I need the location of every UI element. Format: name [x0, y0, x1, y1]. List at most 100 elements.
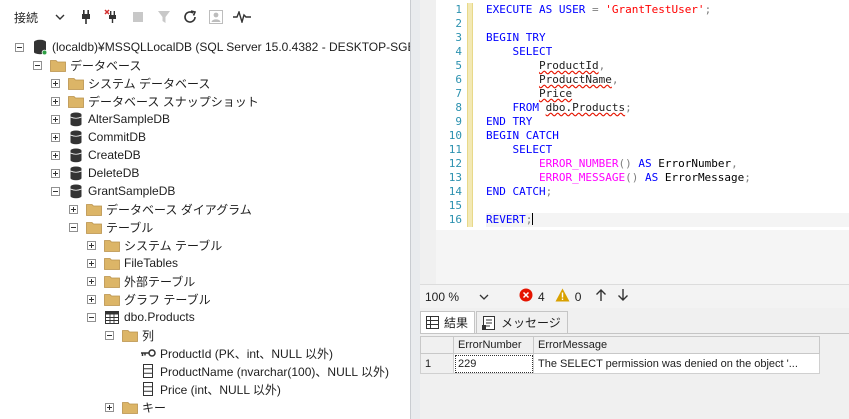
expand-icon[interactable] [87, 276, 96, 286]
tree-node[interactable]: テーブル [69, 218, 153, 236]
tree-node[interactable]: dbo.Products [87, 308, 195, 326]
column-header[interactable]: ErrorMessage [533, 336, 820, 354]
table-row[interactable]: 1 229 The SELECT permission was denied o… [420, 353, 820, 374]
code-line[interactable] [486, 199, 849, 213]
code-area[interactable]: EXECUTE AS USER = 'GrantTestUser'; BEGIN … [486, 3, 849, 227]
tab-messages[interactable]: メッセージ [476, 311, 568, 333]
filter-icon[interactable] [152, 5, 176, 29]
code-line[interactable]: BEGIN TRY [486, 31, 849, 45]
tree-node[interactable]: CommitDB [51, 128, 146, 146]
code-line[interactable]: Price [486, 87, 849, 101]
column-header[interactable]: ErrorNumber [453, 336, 534, 354]
refresh-icon[interactable] [178, 5, 202, 29]
results-grid[interactable]: ErrorNumber ErrorMessage 1 229 The SELEC… [420, 336, 820, 374]
row-number[interactable]: 1 [420, 353, 454, 374]
expand-icon[interactable] [51, 150, 60, 160]
expand-icon[interactable] [51, 96, 60, 106]
collapse-icon[interactable] [69, 222, 78, 232]
pane-splitter[interactable] [410, 0, 420, 419]
tree-node[interactable]: FileTables [87, 254, 178, 272]
expand-icon[interactable] [51, 78, 60, 88]
tree-node[interactable]: システム データベース [51, 74, 210, 92]
stop-icon[interactable] [126, 5, 150, 29]
code-line[interactable]: SELECT [486, 143, 849, 157]
tree-node[interactable]: (localdb)¥MSSQLLocalDB (SQL Server 15.0.… [15, 38, 410, 56]
collapse-icon[interactable] [15, 42, 24, 52]
line-number: 16 [448, 213, 462, 226]
column-icon [140, 381, 156, 397]
collapse-icon[interactable] [51, 186, 60, 196]
tree-node[interactable]: データベース [33, 56, 141, 74]
tree-node[interactable]: 列 [105, 326, 154, 344]
expand-icon[interactable] [51, 132, 60, 142]
query-editor[interactable]: 1 2 3 4 5 6 7 8 9 10 11 12 13 14 15 16 EXECUTE AS USER … [420, 0, 849, 284]
expand-icon[interactable] [87, 294, 96, 304]
code-token: END CATCH [486, 185, 546, 198]
tree-node[interactable]: Price (int、NULL 以外) [123, 380, 281, 398]
code-line[interactable]: ProductName, [486, 73, 849, 87]
collapse-icon[interactable] [105, 330, 114, 340]
tree-node[interactable]: ProductId (PK、int、NULL 以外) [123, 344, 333, 362]
zoom-dropdown[interactable]: 100 % [423, 287, 493, 307]
activity-monitor-icon[interactable] [204, 5, 228, 29]
tree-node[interactable]: 外部テーブル [87, 272, 195, 290]
error-count[interactable]: 4 [519, 288, 545, 305]
code-token: ErrorMessage [658, 171, 745, 184]
connect-plug-icon[interactable] [74, 5, 98, 29]
tree-node[interactable]: システム テーブル [87, 236, 222, 254]
collapse-icon[interactable] [87, 312, 96, 322]
object-explorer-tree: (localdb)¥MSSQLLocalDB (SQL Server 15.0.… [0, 34, 410, 419]
connect-button[interactable]: 接続 [14, 9, 38, 26]
tree-node[interactable]: AlterSampleDB [51, 110, 170, 128]
expand-icon[interactable] [51, 114, 60, 124]
code-line[interactable]: FROM dbo.Products; [486, 101, 849, 115]
code-line[interactable]: ProductId, [486, 59, 849, 73]
code-token: SELECT [512, 143, 553, 156]
connect-dropdown-icon[interactable] [48, 5, 72, 29]
database-icon [68, 129, 84, 145]
code-line[interactable]: EXECUTE AS USER = 'GrantTestUser'; [486, 3, 849, 17]
code-line[interactable]: REVERT; [486, 213, 849, 227]
code-line[interactable]: END CATCH; [486, 185, 849, 199]
expand-icon[interactable] [105, 402, 114, 412]
tree-node[interactable]: DeleteDB [51, 164, 139, 182]
expand-icon[interactable] [51, 168, 60, 178]
next-issue-button[interactable] [617, 288, 629, 305]
tree-node[interactable]: データベース ダイアグラム [69, 200, 252, 218]
line-number-gutter: 1 2 3 4 5 6 7 8 9 10 11 12 13 14 15 16 [436, 0, 466, 230]
tree-node[interactable]: ProductName (nvarchar(100)、NULL 以外) [123, 362, 389, 380]
tree-node[interactable]: キー [105, 398, 166, 416]
database-icon [68, 147, 84, 163]
tree-node[interactable]: データベース スナップショット [51, 92, 259, 110]
disconnect-icon[interactable] [100, 5, 124, 29]
expand-icon[interactable] [69, 204, 78, 214]
code-line[interactable] [486, 17, 849, 31]
tree-node[interactable]: GrantSampleDB [51, 182, 175, 200]
database-icon [68, 183, 84, 199]
warning-count[interactable]: 0 [555, 288, 581, 305]
expand-icon[interactable] [87, 258, 96, 268]
code-line[interactable]: BEGIN CATCH [486, 129, 849, 143]
tree-node[interactable]: グラフ テーブル [87, 290, 211, 308]
activity-pulse-icon[interactable] [230, 5, 254, 29]
code-line[interactable]: END TRY [486, 115, 849, 129]
code-token: () [618, 157, 632, 170]
code-line[interactable]: SELECT [486, 45, 849, 59]
code-line[interactable]: ERROR_MESSAGE() AS ErrorMessage; [486, 171, 849, 185]
code-token: ; [545, 185, 553, 198]
tree-node[interactable]: CreateDB [51, 146, 141, 164]
code-token: ERROR_MESSAGE [538, 171, 626, 184]
cell-error-message[interactable]: The SELECT permission was denied on the … [533, 353, 820, 374]
code-token: , [731, 157, 738, 170]
line-number: 13 [448, 171, 462, 184]
primary-key-icon [140, 345, 156, 361]
previous-issue-button[interactable] [595, 288, 607, 305]
expand-icon[interactable] [87, 240, 96, 250]
collapse-icon[interactable] [33, 60, 42, 70]
tab-results[interactable]: 結果 [420, 311, 476, 333]
cell-error-number[interactable]: 229 [453, 353, 534, 374]
code-line[interactable]: ERROR_NUMBER() AS ErrorNumber, [486, 157, 849, 171]
